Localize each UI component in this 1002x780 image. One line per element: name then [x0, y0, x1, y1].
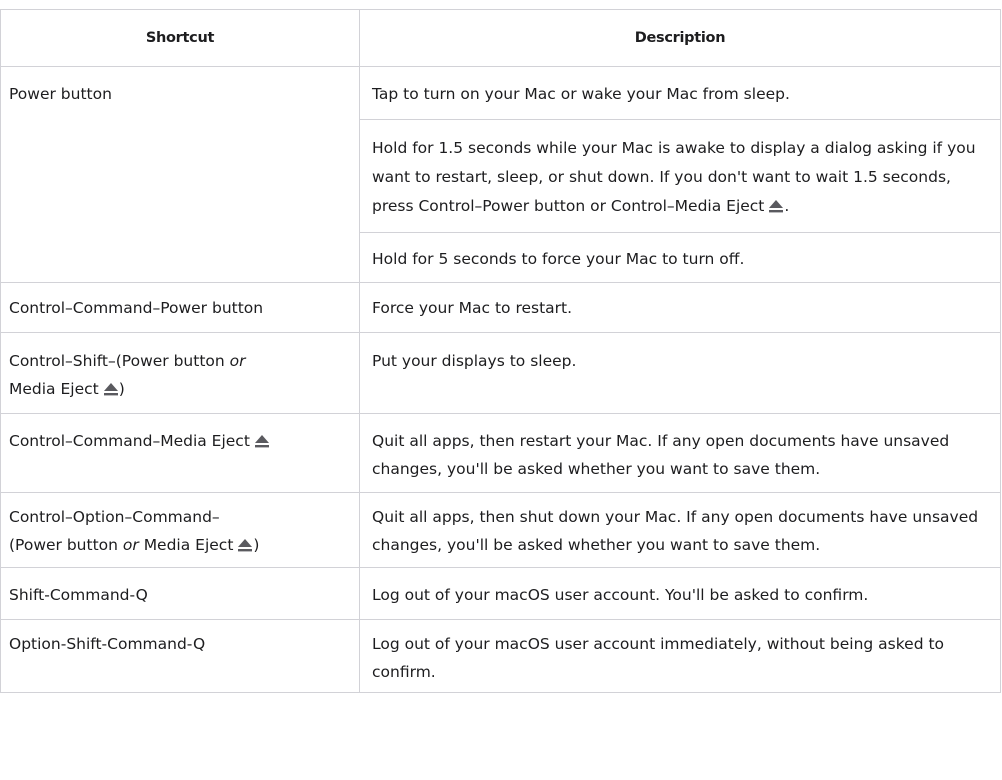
table-row: Control–Option–Command– (Power button or … [0, 492, 1001, 568]
header-description: Description [359, 9, 1001, 67]
table-row: Power button Tap to turn on your Mac or … [0, 66, 1001, 283]
eject-icon [254, 434, 270, 448]
shortcut-text: Control–Command–Media Eject [9, 432, 250, 450]
eject-icon [768, 199, 784, 213]
eject-icon [237, 538, 253, 552]
shortcut-cell: Control–Shift–(Power button or Media Ejec… [0, 332, 360, 414]
table-row: Control–Command–Power button Force your … [0, 282, 1001, 333]
description-cell: Hold for 5 seconds to force your Mac to … [359, 232, 1001, 283]
eject-icon [103, 382, 119, 396]
shortcut-cell: Power button [0, 66, 360, 283]
description-text: Hold for 1.5 seconds while your Mac is a… [372, 139, 976, 215]
table-row: Control–Command–Media Eject Quit all app… [0, 413, 1001, 493]
shortcuts-table: Shortcut Description Power button Tap to… [0, 9, 1001, 693]
shortcut-cell: Shift-Command-Q [0, 567, 360, 620]
description-cell: Quit all apps, then shut down your Mac. … [359, 492, 1001, 568]
header-shortcut: Shortcut [0, 9, 360, 67]
table-row: Shift-Command-Q Log out of your macOS us… [0, 567, 1001, 620]
shortcut-close: ) [253, 536, 260, 554]
shortcut-cell: Control–Option–Command– (Power button or … [0, 492, 360, 568]
shortcut-prefix: Control–Shift–(Power button [9, 352, 230, 370]
description-cell: Log out of your macOS user account. You'… [359, 567, 1001, 620]
table-row: Option-Shift-Command-Q Log out of your m… [0, 619, 1001, 693]
description-cell: Force your Mac to restart. [359, 282, 1001, 333]
description-cell: Put your displays to sleep. [359, 332, 1001, 414]
description-cell: Log out of your macOS user account immed… [359, 619, 1001, 693]
description-cell: Quit all apps, then restart your Mac. If… [359, 413, 1001, 493]
shortcut-suffix: Media Eject [143, 536, 234, 554]
table-header-row: Shortcut Description [0, 9, 1001, 67]
description-cell: Hold for 1.5 seconds while your Mac is a… [359, 119, 1001, 233]
shortcut-suffix: Media Eject [9, 380, 99, 398]
shortcut-line1: Control–Option–Command– [9, 508, 220, 526]
shortcut-cell: Option-Shift-Command-Q [0, 619, 360, 693]
shortcut-cell: Control–Command–Media Eject [0, 413, 360, 493]
shortcut-or: or [229, 352, 246, 370]
shortcut-prefix: (Power button [9, 536, 123, 554]
shortcut-or: or [122, 536, 139, 554]
description-cell: Tap to turn on your Mac or wake your Mac… [359, 66, 1001, 120]
description-tail: . [784, 197, 790, 215]
shortcut-cell: Control–Command–Power button [0, 282, 360, 333]
shortcut-close: ) [118, 380, 125, 398]
table-row: Control–Shift–(Power button or Media Ejec… [0, 332, 1001, 414]
